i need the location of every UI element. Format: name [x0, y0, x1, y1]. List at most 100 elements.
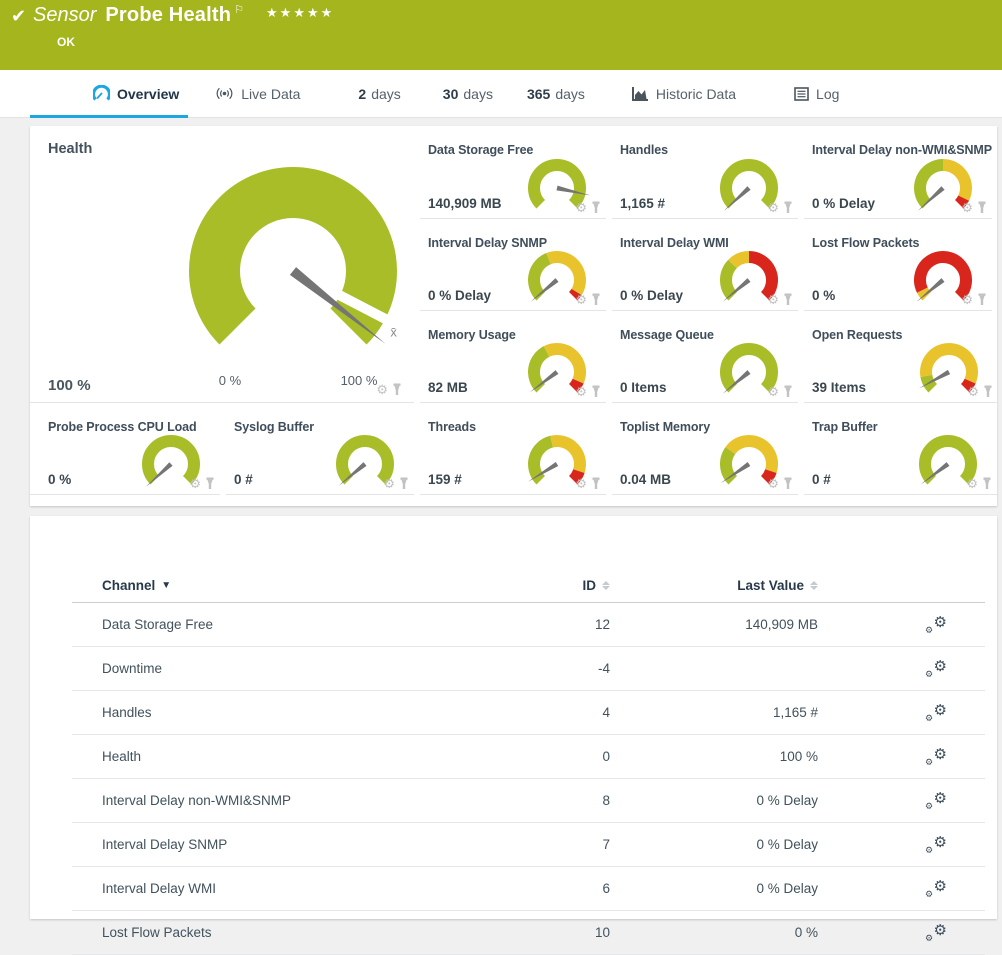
column-header-channel[interactable]: Channel ▼ — [72, 578, 538, 593]
channel-settings-gear-icon[interactable]: ⚙ — [966, 477, 978, 490]
channel-settings-gear-icon[interactable]: ⚙ — [376, 383, 388, 396]
table-row[interactable]: Data Storage Free 12 140,909 MB ⚙⚙ — [72, 603, 985, 647]
active-tab-underline — [30, 115, 188, 118]
tab-overview[interactable]: Overview — [93, 70, 179, 117]
channel-settings-gear-icon[interactable]: ⚙ — [961, 293, 973, 306]
channel-settings-gear-icon[interactable]: ⚙ — [767, 201, 779, 214]
pin-icon[interactable] — [591, 293, 601, 306]
channel-settings-gear-icon[interactable]: ⚙ — [967, 385, 979, 398]
pin-icon[interactable] — [783, 385, 793, 398]
tab-live-data[interactable]: Live Data — [215, 70, 300, 117]
pin-icon[interactable] — [392, 383, 402, 396]
gauge-cell-value: 140,909 MB — [428, 196, 502, 211]
gauge-cell: Interval Delay SNMP 0 % Delay ⚙ — [420, 219, 606, 311]
health-gauge-panel: Health x̄ 0 % 100 % 100 % ⚙ — [30, 126, 414, 403]
channel-settings-gears-icon[interactable]: ⚙⚙ — [925, 615, 947, 635]
cell-channel[interactable]: Interval Delay WMI — [72, 881, 538, 896]
pin-icon[interactable] — [783, 293, 793, 306]
cell-channel[interactable]: Data Storage Free — [72, 617, 538, 632]
table-row[interactable]: Interval Delay SNMP 7 0 % Delay ⚙⚙ — [72, 823, 985, 867]
cell-channel[interactable]: Interval Delay SNMP — [72, 837, 538, 852]
gauge-cell-value: 82 MB — [428, 380, 468, 395]
channel-settings-gear-icon[interactable]: ⚙ — [767, 385, 779, 398]
gauge-icon — [93, 85, 110, 102]
channel-table-panel: Channel ▼ ID Last Value Data Storage Fre… — [30, 516, 997, 919]
cell-channel[interactable]: Interval Delay non-WMI&SNMP — [72, 793, 538, 808]
channel-settings-gear-icon[interactable]: ⚙ — [575, 477, 587, 490]
gauge-cell-value: 159 # — [428, 472, 462, 487]
priority-stars[interactable]: ★★★★★ — [266, 5, 334, 21]
object-kind-label: Sensor — [33, 4, 96, 27]
channel-settings-gear-icon[interactable]: ⚙ — [575, 293, 587, 306]
channel-settings-gears-icon[interactable]: ⚙⚙ — [925, 835, 947, 855]
cell-channel[interactable]: Downtime — [72, 661, 538, 676]
gauge-cell-value: 0 % Delay — [812, 196, 875, 211]
cell-channel[interactable]: Lost Flow Packets — [72, 925, 538, 940]
area-chart-icon — [631, 86, 649, 102]
gauge-cell-value: 0.04 MB — [620, 472, 671, 487]
gauge-cell: Probe Process CPU Load 0 % ⚙ — [30, 403, 220, 495]
pin-icon[interactable] — [591, 201, 601, 214]
gauge-cell: Lost Flow Packets 0 % ⚙ — [804, 219, 992, 311]
gauge-cell-value: 0 # — [812, 472, 831, 487]
cell-last-value: 0 % Delay — [610, 793, 818, 808]
pin-icon[interactable] — [783, 477, 793, 490]
channel-settings-gear-icon[interactable]: ⚙ — [575, 201, 587, 214]
channel-settings-gear-icon[interactable]: ⚙ — [961, 201, 973, 214]
svg-text:x̄: x̄ — [390, 325, 397, 340]
tab-30-days[interactable]: 30 days — [443, 70, 493, 117]
channel-settings-gear-icon[interactable]: ⚙ — [383, 477, 395, 490]
gauge-min-label: 0 % — [205, 373, 255, 388]
channel-settings-gears-icon[interactable]: ⚙⚙ — [925, 923, 947, 943]
channel-settings-gear-icon[interactable]: ⚙ — [575, 385, 587, 398]
channel-settings-gears-icon[interactable]: ⚙⚙ — [925, 747, 947, 767]
gauge-cell-value: 0 % — [48, 472, 71, 487]
channel-settings-gear-icon[interactable]: ⚙ — [767, 293, 779, 306]
pin-icon[interactable] — [205, 477, 215, 490]
pin-icon[interactable] — [591, 477, 601, 490]
flag-icon[interactable]: ⚐ — [234, 3, 244, 16]
cell-id: 7 — [538, 837, 610, 852]
channel-settings-gears-icon[interactable]: ⚙⚙ — [925, 703, 947, 723]
tab-365-days[interactable]: 365 days — [527, 70, 585, 117]
chevron-down-icon: ▼ — [161, 580, 171, 591]
gauge-cell-title: Handles — [620, 143, 798, 157]
pin-icon[interactable] — [399, 477, 409, 490]
gauge-cell: Threads 159 # ⚙ — [420, 403, 606, 495]
cell-last-value: 100 % — [610, 749, 818, 764]
table-row[interactable]: Interval Delay WMI 6 0 % Delay ⚙⚙ — [72, 867, 985, 911]
gauge-cell: Toplist Memory 0.04 MB ⚙ — [612, 403, 798, 495]
channel-settings-gear-icon[interactable]: ⚙ — [767, 477, 779, 490]
table-row[interactable]: Health 0 100 % ⚙⚙ — [72, 735, 985, 779]
pin-icon[interactable] — [591, 385, 601, 398]
table-row[interactable]: Downtime -4 ⚙⚙ — [72, 647, 985, 691]
tab-historic-data[interactable]: Historic Data — [631, 70, 736, 117]
pin-icon[interactable] — [983, 385, 993, 398]
tab-2-days[interactable]: 2 days — [358, 70, 400, 117]
table-row[interactable]: Handles 4 1,165 # ⚙⚙ — [72, 691, 985, 735]
channel-settings-gears-icon[interactable]: ⚙⚙ — [925, 791, 947, 811]
cell-channel[interactable]: Health — [72, 749, 538, 764]
column-header-last-value[interactable]: Last Value — [610, 578, 818, 593]
column-header-id[interactable]: ID — [538, 578, 610, 593]
gauge-cell: Open Requests 39 Items ⚙ — [804, 311, 998, 403]
cell-last-value: 1,165 # — [610, 705, 818, 720]
table-row[interactable]: Interval Delay non-WMI&SNMP 8 0 % Delay … — [72, 779, 985, 823]
table-row[interactable]: Lost Flow Packets 10 0 % ⚙⚙ — [72, 911, 985, 955]
sort-icon — [810, 581, 818, 590]
tab-log[interactable]: Log — [794, 70, 839, 117]
cell-channel[interactable]: Handles — [72, 705, 538, 720]
status-badge: OK — [57, 35, 75, 49]
channel-settings-gears-icon[interactable]: ⚙⚙ — [925, 879, 947, 899]
pin-icon[interactable] — [982, 477, 992, 490]
health-value: 100 % — [48, 377, 91, 394]
channel-settings-gear-icon[interactable]: ⚙ — [189, 477, 201, 490]
gauge-cell-value: 0 % Delay — [428, 288, 491, 303]
pin-icon[interactable] — [783, 201, 793, 214]
pin-icon[interactable] — [977, 293, 987, 306]
channel-settings-gears-icon[interactable]: ⚙⚙ — [925, 659, 947, 679]
cell-last-value: 140,909 MB — [610, 617, 818, 632]
pin-icon[interactable] — [977, 201, 987, 214]
cell-id: 8 — [538, 793, 610, 808]
gauge-cell: Message Queue 0 Items ⚙ — [612, 311, 798, 403]
